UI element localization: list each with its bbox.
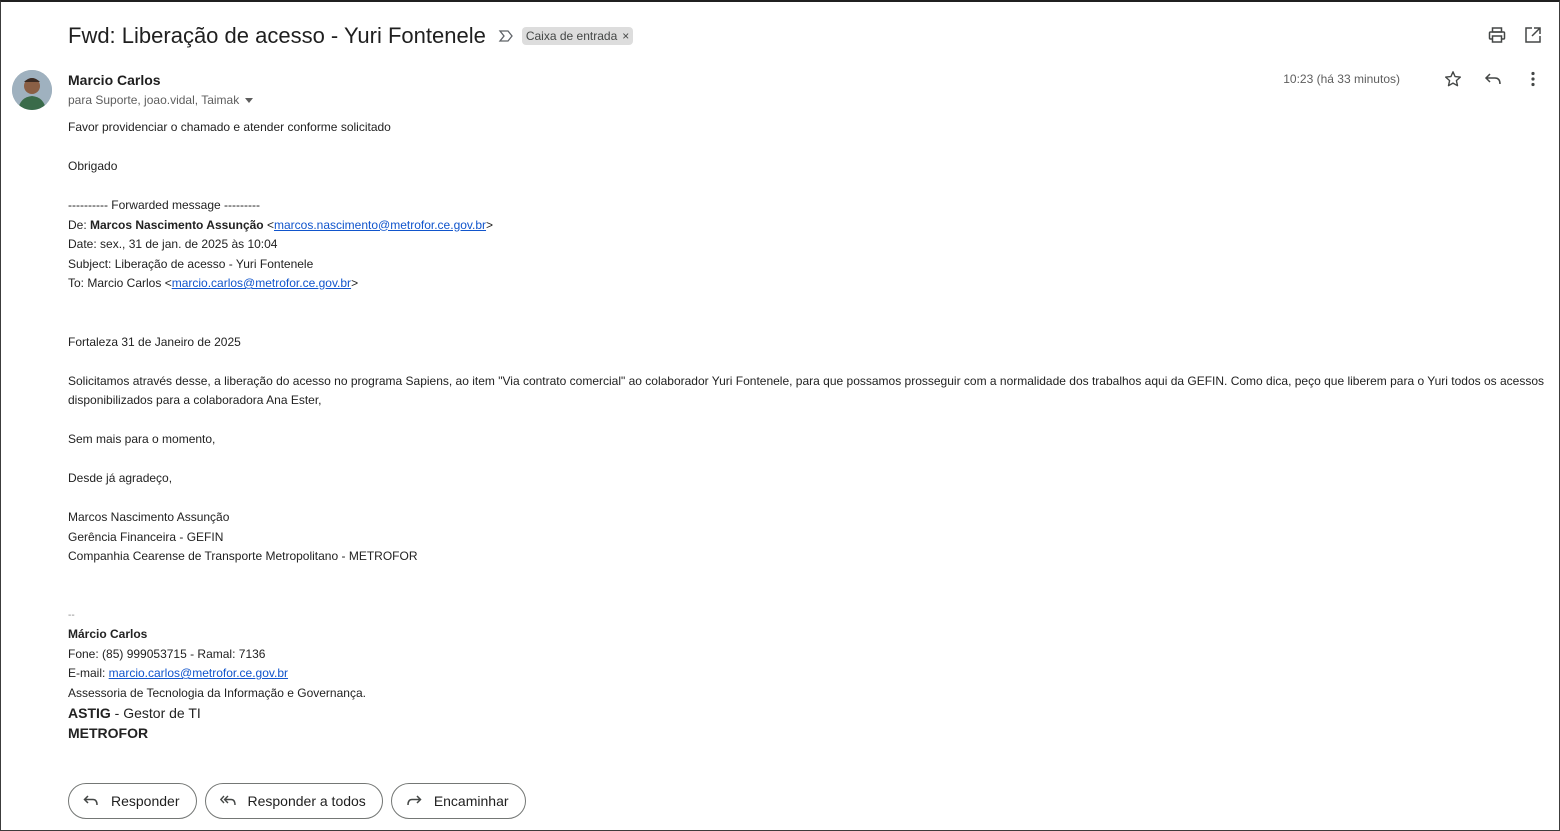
reply-all-icon [219, 795, 236, 806]
reply-icon [83, 795, 98, 806]
signature-phone: Fone: (85) 999053715 - Ramal: 7136 [68, 646, 266, 661]
print-icon[interactable] [1488, 26, 1506, 44]
reply-all-button-label: Responder a todos [247, 793, 366, 809]
forward-button-label: Encaminhar [433, 793, 509, 809]
forwarded-header: ---------- Forwarded message --------- [68, 198, 260, 212]
important-marker-icon[interactable] [498, 28, 514, 44]
timestamp: 10:23 (há 33 minutos) [1283, 72, 1400, 86]
forwarded-subject: Subject: Liberação de acesso - Yuri Font… [68, 256, 314, 271]
reply-actions: Responder Responder a todos Encaminhar [68, 783, 526, 819]
signature-org: METROFOR [68, 725, 149, 741]
star-icon[interactable] [1444, 70, 1462, 88]
label-chip-text: Caixa de entrada [525, 29, 618, 43]
forwarded-to: To: Marcio Carlos <marcio.carlos@metrofo… [68, 276, 359, 290]
thread-toolbar [1488, 26, 1542, 44]
sender-signature-name: Marcos Nascimento Assunção [68, 510, 230, 524]
more-vert-icon[interactable] [1524, 70, 1542, 88]
message-meta: 10:23 (há 33 minutos) [1283, 70, 1542, 88]
body-line: Obrigado [68, 159, 118, 173]
signature-role: ASTIG - Gestor de TI [68, 705, 201, 721]
body-line: Favor providenciar o chamado e atender c… [68, 120, 391, 134]
forward-icon [407, 795, 422, 806]
reply-button[interactable]: Responder [68, 783, 197, 819]
forwarded-to-email-link[interactable]: marcio.carlos@metrofor.ce.gov.br [172, 276, 351, 290]
closing-line: Desde já agradeço, [68, 471, 173, 485]
place-date: Fortaleza 31 de Janeiro de 2025 [68, 334, 241, 349]
signature-email-link[interactable]: marcio.carlos@metrofor.ce.gov.br [109, 666, 288, 680]
signature-department: Assessoria de Tecnologia da Informação e… [68, 685, 366, 700]
closing-line: Sem mais para o momento, [68, 432, 216, 446]
avatar [12, 70, 52, 110]
forwarded-from-email-link[interactable]: marcos.nascimento@metrofor.ce.gov.br [274, 218, 486, 232]
forwarded-from: De: Marcos Nascimento Assunção <marcos.n… [68, 217, 494, 232]
signature-name: Márcio Carlos [68, 627, 148, 641]
forward-button[interactable]: Encaminhar [390, 783, 526, 819]
request-paragraph: Solicitamos através desse, a liberação d… [68, 373, 1544, 408]
signature-separator: -- [68, 609, 75, 621]
reply-all-button[interactable]: Responder a todos [204, 783, 383, 819]
open-new-window-icon[interactable] [1524, 26, 1542, 44]
email-subject: Fwd: Liberação de acesso - Yuri Fontenel… [68, 23, 486, 48]
recipients-line: para Suporte, joao.vidal, Taimak [68, 93, 254, 107]
forwarded-date: Date: sex., 31 de jan. de 2025 às 10:04 [68, 237, 278, 251]
signature-email: E-mail: marcio.carlos@metrofor.ce.gov.br [68, 666, 289, 680]
subject-row: Fwd: Liberação de acesso - Yuri Fontenel… [68, 22, 634, 50]
remove-label-icon[interactable]: × [622, 29, 629, 43]
label-chip-inbox: Caixa de entrada × [521, 27, 634, 45]
sender-signature-company: Companhia Cearense de Transporte Metropo… [68, 549, 418, 563]
reply-button-label: Responder [111, 793, 180, 809]
show-details-chevron-down-icon[interactable] [245, 97, 254, 103]
recipients-text: para Suporte, joao.vidal, Taimak [68, 93, 240, 107]
sender-signature-dept: Gerência Financeira - GEFIN [68, 529, 224, 544]
forwarded-from-name: Marcos Nascimento Assunção [90, 217, 264, 232]
email-body: Favor providenciar o chamado e atender c… [68, 118, 1548, 743]
sender-name[interactable]: Marcio Carlos [68, 72, 161, 88]
reply-icon[interactable] [1484, 70, 1502, 88]
